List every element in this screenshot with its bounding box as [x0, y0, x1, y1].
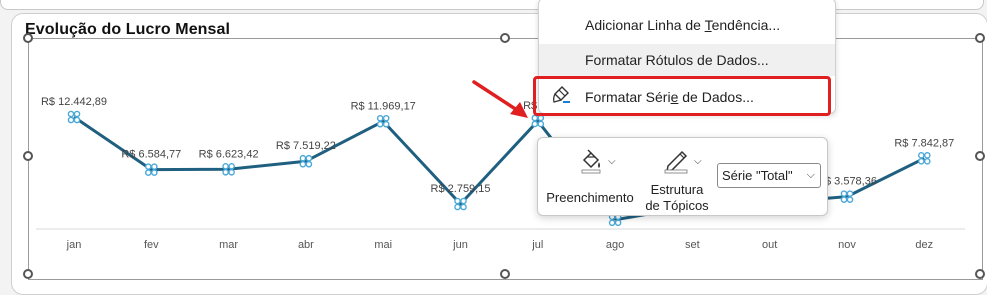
format-series-icon — [553, 86, 570, 103]
menu-item-add-trendline[interactable]: Adicionar Linha de Tendência... — [539, 9, 835, 41]
x-tick-label: ago — [606, 239, 624, 251]
resize-handle-top[interactable] — [500, 33, 510, 43]
menu-item-format-data-labels[interactable]: Formatar Rótulos de Dados... — [539, 44, 835, 76]
outline-label-line1: Estrutura — [650, 182, 704, 197]
resize-handle-top-left[interactable] — [23, 33, 33, 43]
data-label[interactable]: R$ 7.842,87 — [894, 137, 954, 149]
mini-toolbar: ⌵ Preenchimento ⌵ Estrutura de Tópicos S… — [537, 137, 828, 216]
resize-handle-bottom-right[interactable] — [975, 269, 985, 279]
data-label[interactable]: R$ 2.759,15 — [431, 183, 491, 195]
x-tick-label: abr — [298, 239, 314, 251]
data-label[interactable]: R$ 6.623,42 — [199, 148, 259, 160]
x-tick-label: set — [685, 239, 700, 251]
x-tick-label: jun — [452, 239, 468, 251]
resize-handle-bottom[interactable] — [500, 269, 510, 279]
series-select[interactable]: Série "Total" ⌵ — [717, 163, 821, 188]
data-label[interactable]: R$ 11.969,17 — [351, 100, 416, 112]
outline-button[interactable]: ⌵ Estrutura de Tópicos — [642, 144, 712, 213]
resize-handle-bottom-left[interactable] — [23, 269, 33, 279]
menu-item-format-data-series[interactable]: Formatar Série de Dados... — [539, 81, 835, 113]
paint-bucket-icon — [581, 149, 601, 174]
fill-button[interactable]: ⌵ Preenchimento — [546, 144, 634, 208]
line-chart[interactable]: jan fev mar abr mai jun jul ago set out nov dez R$ 1… — [0, 0, 987, 279]
context-menu: Adicionar Linha de Tendência... Formatar… — [538, 0, 836, 114]
pen-outline-icon — [664, 150, 688, 174]
x-tick-label: mar — [219, 239, 238, 251]
x-tick-label: jan — [66, 239, 82, 251]
x-tick-label: out — [762, 239, 777, 251]
x-tick-label: mai — [374, 239, 392, 251]
data-label[interactable]: R$ 6.584,77 — [121, 149, 181, 161]
x-tick-label: nov — [838, 239, 856, 251]
resize-handle-right[interactable] — [975, 151, 985, 161]
red-arrow-annotation — [472, 80, 528, 118]
chevron-down-icon: ⌵ — [806, 169, 815, 181]
x-tick-label: fev — [144, 239, 159, 251]
x-tick-label: dez — [915, 239, 933, 251]
fill-label: Preenchimento — [546, 190, 634, 205]
resize-handle-top-right[interactable] — [975, 33, 985, 43]
series-select-value: Série "Total" — [722, 168, 793, 183]
data-label[interactable]: R$ 12.442,89 — [41, 96, 107, 108]
outline-label-line2: de Tópicos — [645, 198, 709, 213]
fill-dropdown-chevron-icon[interactable]: ⌵ — [608, 156, 616, 167]
data-label[interactable]: R$ 7.519,22 — [276, 140, 336, 152]
outline-dropdown-chevron-icon[interactable]: ⌵ — [694, 156, 702, 167]
x-tick-label: jul — [531, 239, 543, 251]
resize-handle-left[interactable] — [23, 151, 33, 161]
